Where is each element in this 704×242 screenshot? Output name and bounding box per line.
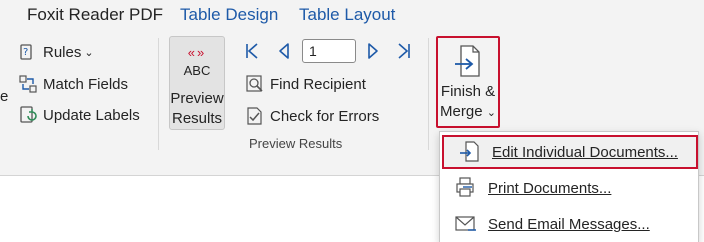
find-recipient-icon bbox=[245, 74, 265, 94]
match-fields-button[interactable]: Match Fields bbox=[18, 74, 128, 94]
preview-results-button[interactable]: «» ABC Preview Results bbox=[169, 36, 225, 130]
finish-merge-icon bbox=[438, 44, 498, 78]
update-labels-icon bbox=[18, 105, 38, 125]
first-record-icon bbox=[246, 43, 258, 59]
preview-results-label-line2: Results bbox=[171, 110, 223, 127]
finish-merge-label-line1: Finish & bbox=[440, 83, 496, 100]
preview-arrows-icon: «» bbox=[187, 45, 207, 60]
previous-record-icon bbox=[279, 43, 289, 59]
send-email-messages-label: Send Email Messages... bbox=[488, 215, 650, 233]
preview-results-label-line1: Preview bbox=[170, 90, 224, 107]
tab-table-design[interactable]: Table Design bbox=[180, 5, 278, 25]
rules-icon: ? bbox=[18, 42, 38, 62]
cut-off-label: e bbox=[0, 88, 9, 105]
next-record-icon bbox=[368, 43, 378, 59]
abc-icon: ABC bbox=[183, 63, 211, 78]
first-record-button[interactable] bbox=[241, 40, 263, 62]
preview-results-group-label: Preview Results bbox=[249, 136, 343, 151]
finish-merge-label-line2: Merge bbox=[440, 103, 483, 120]
find-recipient-label: Find Recipient bbox=[270, 75, 366, 93]
next-record-button[interactable] bbox=[362, 40, 384, 62]
email-icon bbox=[454, 213, 478, 235]
update-labels-label: Update Labels bbox=[43, 106, 140, 124]
check-for-errors-label: Check for Errors bbox=[270, 107, 380, 125]
print-documents-label: Print Documents... bbox=[488, 179, 612, 197]
check-errors-icon bbox=[245, 106, 265, 126]
tab-table-layout[interactable]: Table Layout bbox=[299, 5, 395, 25]
chevron-down-icon: ⌄ bbox=[486, 107, 496, 119]
menu-item-send-email-messages[interactable]: Send Email Messages... bbox=[440, 207, 698, 241]
menu-item-print-documents[interactable]: Print Documents... bbox=[440, 171, 698, 205]
svg-text:?: ? bbox=[23, 47, 28, 58]
last-record-button[interactable] bbox=[393, 40, 415, 62]
finish-and-merge-button[interactable]: Finish & Merge ⌄ bbox=[436, 36, 500, 128]
ribbon-tab-bar: Foxit Reader PDF Table Design Table Layo… bbox=[0, 0, 704, 32]
previous-record-button[interactable] bbox=[273, 40, 295, 62]
chevron-down-icon: ⌄ bbox=[84, 46, 94, 59]
printer-icon bbox=[454, 177, 478, 199]
tab-foxit-reader-pdf[interactable]: Foxit Reader PDF bbox=[27, 5, 163, 25]
rules-button[interactable]: ? Rules ⌄ bbox=[18, 42, 94, 62]
record-number-input[interactable] bbox=[302, 39, 356, 63]
edit-individual-documents-label: Edit Individual Documents... bbox=[492, 143, 678, 161]
rules-label: Rules bbox=[43, 43, 82, 61]
check-for-errors-button[interactable]: Check for Errors bbox=[245, 106, 379, 126]
update-labels-button[interactable]: Update Labels bbox=[18, 105, 140, 125]
group-separator bbox=[428, 38, 429, 150]
match-fields-icon bbox=[18, 74, 38, 94]
find-recipient-button[interactable]: Find Recipient bbox=[245, 74, 366, 94]
match-fields-label: Match Fields bbox=[43, 75, 129, 93]
last-record-icon bbox=[398, 43, 410, 59]
menu-item-edit-individual-documents[interactable]: Edit Individual Documents... bbox=[442, 135, 698, 169]
edit-document-icon bbox=[458, 141, 482, 163]
finish-merge-dropdown-menu: Edit Individual Documents... Print Docum… bbox=[439, 131, 699, 242]
group-separator bbox=[158, 38, 159, 150]
